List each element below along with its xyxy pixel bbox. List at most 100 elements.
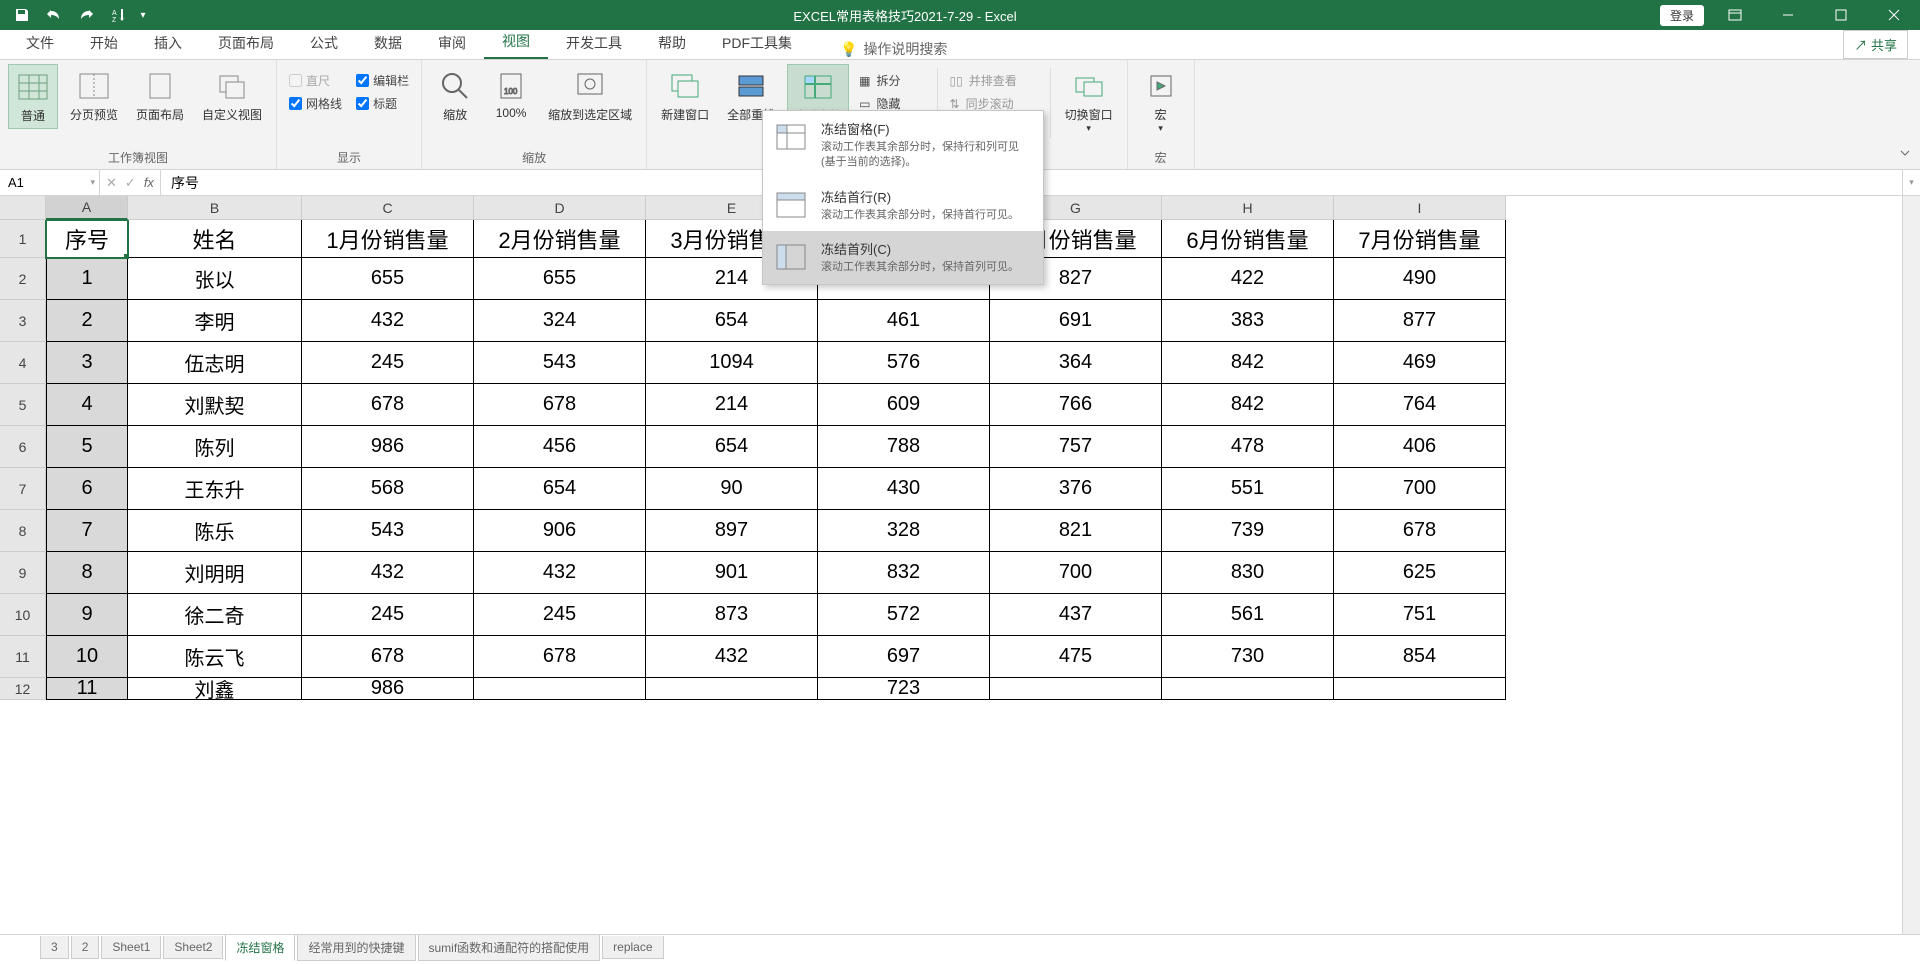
cell[interactable]: 376	[990, 468, 1162, 510]
cell[interactable]: 1月份销售量	[302, 220, 474, 258]
share-button[interactable]: ↗ 共享	[1843, 30, 1908, 59]
cell[interactable]: 5	[46, 426, 128, 468]
cells-area[interactable]: 序号姓名1月份销售量2月份销售量3月份销售量4月份销售量5月份销售量6月份销售量…	[46, 220, 1902, 934]
cell[interactable]: 757	[990, 426, 1162, 468]
cell[interactable]: 654	[474, 468, 646, 510]
cell[interactable]: 6月份销售量	[1162, 220, 1334, 258]
sheet-tab[interactable]: sumif函数和通配符的搭配使用	[418, 935, 601, 961]
cell[interactable]: 830	[1162, 552, 1334, 594]
split-button[interactable]: ▦拆分	[855, 70, 928, 91]
cell[interactable]: 刘鑫	[128, 678, 302, 700]
cell[interactable]: 245	[302, 594, 474, 636]
cell[interactable]: 625	[1334, 552, 1506, 594]
macros-button[interactable]: 宏 ▾	[1136, 64, 1186, 138]
cell[interactable]: 551	[1162, 468, 1334, 510]
cell[interactable]: 432	[302, 552, 474, 594]
cell[interactable]: 245	[302, 342, 474, 384]
cell[interactable]: 张以	[128, 258, 302, 300]
freeze-panes-option[interactable]: 冻结窗格(F) 滚动工作表其余部分时，保持行和列可见(基于当前的选择)。	[763, 111, 1043, 179]
cell[interactable]: 324	[474, 300, 646, 342]
cell[interactable]: 478	[1162, 426, 1334, 468]
freeze-first-column-option[interactable]: 冻结首列(C) 滚动工作表其余部分时，保持首列可见。	[763, 231, 1043, 283]
cell[interactable]: 伍志明	[128, 342, 302, 384]
row-header[interactable]: 7	[0, 468, 46, 510]
cell[interactable]: 10	[46, 636, 128, 678]
tab-home[interactable]: 开始	[72, 27, 136, 59]
sheet-tab-active[interactable]: 冻结窗格	[225, 935, 295, 961]
row-header[interactable]: 5	[0, 384, 46, 426]
cell[interactable]: 432	[302, 300, 474, 342]
cell[interactable]: 姓名	[128, 220, 302, 258]
cell[interactable]: 469	[1334, 342, 1506, 384]
cell[interactable]: 901	[646, 552, 818, 594]
cell[interactable]: 543	[474, 342, 646, 384]
cell[interactable]	[1162, 678, 1334, 700]
sheet-tab[interactable]: Sheet2	[163, 936, 223, 959]
cell[interactable]: 751	[1334, 594, 1506, 636]
tab-developer[interactable]: 开发工具	[548, 27, 640, 59]
cell[interactable]: 697	[818, 636, 990, 678]
cell[interactable]: 576	[818, 342, 990, 384]
cell[interactable]: 刘默契	[128, 384, 302, 426]
qat-dropdown-icon[interactable]: ▾	[136, 3, 150, 27]
column-header[interactable]: B	[128, 196, 302, 220]
sheet-tab[interactable]: 3	[40, 936, 69, 959]
sheet-tab[interactable]: 经常用到的快捷键	[297, 935, 415, 961]
tab-review[interactable]: 审阅	[420, 27, 484, 59]
freeze-top-row-option[interactable]: 冻结首行(R) 滚动工作表其余部分时，保持首行可见。	[763, 179, 1043, 231]
tab-formulas[interactable]: 公式	[292, 27, 356, 59]
login-button[interactable]: 登录	[1660, 5, 1704, 26]
cell[interactable]: 678	[474, 636, 646, 678]
cell[interactable]: 245	[474, 594, 646, 636]
cell[interactable]: 1094	[646, 342, 818, 384]
cell[interactable]: 678	[474, 384, 646, 426]
cell[interactable]: 陈乐	[128, 510, 302, 552]
cell[interactable]: 842	[1162, 384, 1334, 426]
sheet-tab[interactable]: Sheet1	[101, 936, 161, 959]
cell[interactable]: 430	[818, 468, 990, 510]
cell[interactable]: 456	[474, 426, 646, 468]
cell[interactable]: 11	[46, 678, 128, 700]
column-header[interactable]: I	[1334, 196, 1506, 220]
cell[interactable]: 3	[46, 342, 128, 384]
tab-pagelayout[interactable]: 页面布局	[200, 27, 292, 59]
cell[interactable]: 7月份销售量	[1334, 220, 1506, 258]
row-header[interactable]: 4	[0, 342, 46, 384]
zoom100-button[interactable]: 100 100%	[486, 64, 536, 124]
cell[interactable]: 986	[302, 426, 474, 468]
cell[interactable]: 364	[990, 342, 1162, 384]
cell[interactable]: 328	[818, 510, 990, 552]
cell[interactable]	[646, 678, 818, 700]
cell[interactable]: 678	[302, 636, 474, 678]
cell[interactable]: 461	[818, 300, 990, 342]
cell[interactable]: 561	[1162, 594, 1334, 636]
headings-checkbox[interactable]: 标题	[352, 93, 413, 114]
cell[interactable]: 678	[1334, 510, 1506, 552]
cell[interactable]: 788	[818, 426, 990, 468]
cell[interactable]: 654	[646, 426, 818, 468]
row-header[interactable]: 1	[0, 220, 46, 258]
collapse-ribbon-icon[interactable]	[1898, 146, 1912, 165]
fx-icon[interactable]: fx	[144, 175, 154, 190]
row-header[interactable]: 9	[0, 552, 46, 594]
sheet-tab[interactable]: replace	[602, 936, 663, 959]
cell[interactable]: 2	[46, 300, 128, 342]
cell[interactable]: 723	[818, 678, 990, 700]
maximize-icon[interactable]	[1818, 0, 1863, 30]
row-header[interactable]: 8	[0, 510, 46, 552]
row-header[interactable]: 10	[0, 594, 46, 636]
cell[interactable]: 655	[474, 258, 646, 300]
cell[interactable]: 475	[990, 636, 1162, 678]
cell[interactable]	[1334, 678, 1506, 700]
tab-data[interactable]: 数据	[356, 27, 420, 59]
cell[interactable]: 陈云飞	[128, 636, 302, 678]
column-header[interactable]: C	[302, 196, 474, 220]
cell[interactable]: 437	[990, 594, 1162, 636]
cell[interactable]: 9	[46, 594, 128, 636]
cell[interactable]: 572	[818, 594, 990, 636]
cell[interactable]: 90	[646, 468, 818, 510]
cell[interactable]: 986	[302, 678, 474, 700]
cell[interactable]: 432	[646, 636, 818, 678]
custom-views-button[interactable]: 自定义视图	[196, 64, 268, 127]
cell[interactable]: 877	[1334, 300, 1506, 342]
